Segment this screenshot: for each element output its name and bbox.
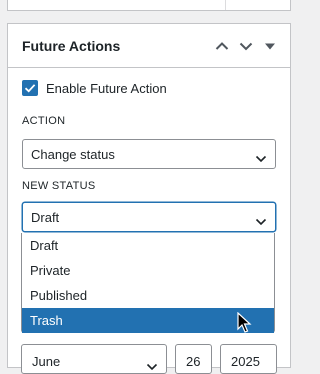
panel-header: Future Actions — [8, 24, 290, 68]
month-select[interactable]: June — [21, 344, 167, 374]
checkmark-icon — [24, 84, 36, 93]
panel-divider — [225, 0, 226, 10]
new-status-select-value: Draft — [31, 210, 60, 225]
action-select-value: Change status — [31, 147, 115, 162]
year-input[interactable]: 2025 — [220, 344, 277, 374]
year-input-value: 2025 — [231, 354, 260, 369]
day-input-value: 26 — [186, 354, 201, 369]
option-draft[interactable]: Draft — [22, 233, 274, 258]
caret-down-icon[interactable] — [262, 38, 278, 54]
panel-title: Future Actions — [22, 38, 121, 54]
new-status-label: NEW STATUS — [22, 180, 96, 192]
chevron-up-icon[interactable] — [214, 38, 230, 54]
month-select-value: June — [32, 354, 61, 369]
previous-panel-edge — [7, 0, 291, 11]
action-label: ACTION — [22, 115, 66, 127]
new-status-select[interactable]: Draft — [22, 202, 276, 232]
chevron-down-icon — [255, 150, 267, 168]
action-select[interactable]: Change status — [22, 139, 276, 169]
enable-future-action-checkbox[interactable] — [22, 80, 38, 96]
option-private[interactable]: Private — [22, 258, 274, 283]
enable-future-action-label: Enable Future Action — [46, 81, 167, 96]
chevron-down-icon — [255, 213, 267, 231]
mouse-cursor-icon — [237, 312, 252, 333]
day-input[interactable]: 26 — [175, 344, 212, 374]
option-published[interactable]: Published — [22, 283, 274, 308]
chevron-down-icon — [146, 358, 158, 373]
chevron-down-icon[interactable] — [238, 38, 254, 54]
